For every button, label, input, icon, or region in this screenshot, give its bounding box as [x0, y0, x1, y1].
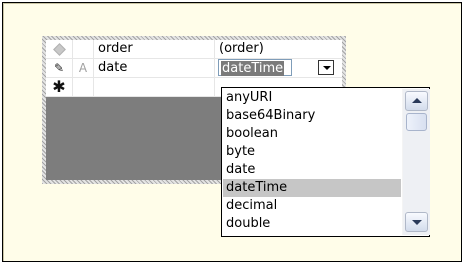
row-icon-cell	[46, 40, 73, 58]
grid-row-editing: ✎ A date dateTime	[46, 59, 342, 78]
scrollbar-thumb[interactable]	[406, 113, 427, 131]
dropdown-scrollbar[interactable]	[402, 89, 430, 235]
element-name-cell[interactable]: date	[98, 59, 215, 77]
element-name-cell[interactable]: order	[98, 40, 215, 58]
row-icon-cell: ✱	[46, 78, 73, 96]
type-dropdown-list[interactable]: anyURI base64Binary boolean byte date da…	[221, 87, 430, 237]
pencil-icon: ✎	[53, 61, 65, 75]
key-marker: A	[73, 59, 94, 77]
scroll-up-icon[interactable]	[405, 91, 428, 111]
dropdown-option-selected[interactable]: dateTime	[223, 179, 401, 197]
dropdown-option[interactable]: boolean	[223, 125, 401, 143]
key-cell	[73, 78, 94, 96]
type-combo-value: dateTime	[221, 61, 285, 76]
type-combo-input[interactable]: dateTime	[218, 59, 292, 76]
dropdown-option[interactable]: double	[223, 215, 401, 233]
key-cell	[73, 40, 94, 58]
grid-header-row: order (order)	[46, 40, 342, 59]
dropdown-option[interactable]: byte	[223, 143, 401, 161]
dropdown-option[interactable]: date	[223, 161, 401, 179]
dropdown-option[interactable]: decimal	[223, 197, 401, 215]
scroll-down-icon[interactable]	[405, 212, 428, 232]
type-dropdown-button[interactable]	[318, 60, 334, 75]
diamond-icon	[52, 43, 66, 56]
dropdown-option[interactable]: anyURI	[223, 89, 401, 107]
asterisk-icon: ✱	[52, 77, 66, 96]
dropdown-option[interactable]: base64Binary	[223, 107, 401, 125]
element-name-cell[interactable]	[98, 78, 215, 96]
row-icon-cell: ✎	[46, 59, 73, 77]
element-type-cell[interactable]: (order)	[219, 40, 339, 58]
